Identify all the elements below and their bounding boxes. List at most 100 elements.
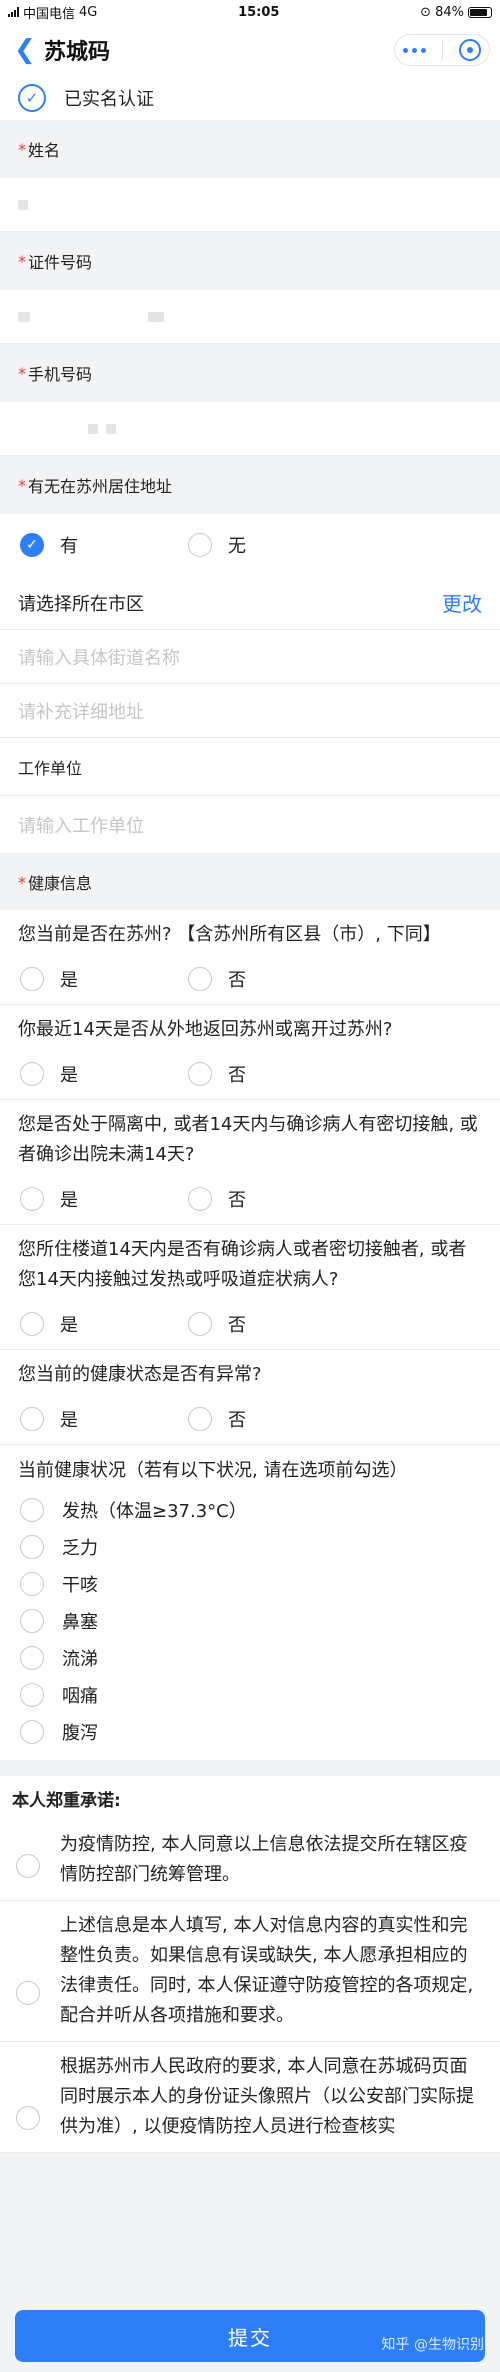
more-icon[interactable]: [403, 47, 426, 53]
name-field[interactable]: [0, 178, 500, 232]
radio-icon[interactable]: [188, 1187, 212, 1211]
answer-yes[interactable]: 是: [20, 966, 188, 992]
answer-no[interactable]: 否: [188, 1406, 356, 1432]
work-input[interactable]: 请输入工作单位: [0, 796, 500, 854]
promise-item[interactable]: 为疫情防控, 本人同意以上信息依法提交所在辖区疫情防控部门统筹管理。: [0, 1820, 500, 1901]
checkbox-icon[interactable]: [20, 1608, 44, 1633]
promise-item[interactable]: 根据苏州市人民政府的要求, 本人同意在苏城码页面同时展示本人的身份证头像照片（以…: [0, 2042, 500, 2153]
battery-icon: [467, 6, 492, 18]
mini-program-capsule: [394, 34, 490, 66]
radio-icon[interactable]: [20, 1407, 44, 1431]
promise-item[interactable]: 上述信息是本人填写, 本人对信息内容的真实性和完整性负责。如果信息有误或缺失, …: [0, 1901, 500, 2042]
work-label: 工作单位: [0, 738, 500, 796]
id-label: * 证件号码: [0, 232, 500, 290]
question-options: 是 否: [0, 1394, 500, 1444]
radio-icon[interactable]: [188, 967, 212, 991]
rotation-lock-icon: ⊙: [420, 4, 432, 20]
answer-yes[interactable]: 是: [20, 1061, 188, 1087]
verified-text: 已实名认证: [64, 89, 154, 110]
question-options: 是 否: [0, 1174, 500, 1224]
question-block: 您所住楼道14天内是否有确诊病人或者密切接触者, 或者您14天内接触过发热或呼吸…: [0, 1225, 500, 1350]
answer-no[interactable]: 否: [188, 1311, 356, 1337]
radio-icon[interactable]: [20, 967, 44, 991]
radio-icon[interactable]: [188, 1407, 212, 1431]
capsule-divider: [442, 41, 443, 59]
question-block: 你最近14天是否从外地返回苏州或离开过苏州? 是 否: [0, 1005, 500, 1100]
answer-no[interactable]: 否: [188, 1186, 356, 1212]
promise-text: 上述信息是本人填写, 本人对信息内容的真实性和完整性负责。如果信息有误或缺失, …: [60, 1915, 474, 2026]
symptom-header: 当前健康状况（若有以下状况, 请在选项前勾选）: [18, 1460, 408, 1481]
street-input[interactable]: 请输入具体街道名称: [0, 630, 500, 684]
page-title: 苏城码: [44, 40, 111, 65]
agree-radio-icon[interactable]: [16, 1981, 40, 2005]
answer-yes[interactable]: 是: [20, 1311, 188, 1337]
city-select[interactable]: 请选择所在市区 更改: [0, 576, 500, 630]
answer-yes[interactable]: 是: [20, 1406, 188, 1432]
checkbox-icon[interactable]: [20, 1645, 44, 1670]
symptom-option[interactable]: 干咳: [0, 1565, 500, 1602]
agree-radio-icon[interactable]: [16, 2106, 40, 2130]
promise-text: 根据苏州市人民政府的要求, 本人同意在苏城码页面同时展示本人的身份证头像照片（以…: [60, 2056, 474, 2137]
answer-no[interactable]: 否: [188, 1061, 356, 1087]
radio-icon[interactable]: [20, 1312, 44, 1336]
radio-icon[interactable]: [188, 533, 212, 557]
question-block: 您当前是否在苏州? 【含苏州所有区县（市）, 下同】 是 否: [0, 910, 500, 1005]
network: 4G: [79, 4, 98, 20]
question-text: 您所住楼道14天内是否有确诊病人或者密切接触者, 或者您14天内接触过发热或呼吸…: [0, 1225, 500, 1299]
radio-checked-icon[interactable]: ✓: [20, 533, 44, 557]
verified-row: ✓ 已实名认证: [0, 76, 500, 120]
question-text: 你最近14天是否从外地返回苏州或离开过苏州?: [0, 1005, 500, 1049]
address-radio-row: ✓ 有 无: [0, 514, 500, 576]
health-label: * 健康信息: [0, 854, 500, 910]
radio-icon[interactable]: [20, 1062, 44, 1086]
promise-text: 为疫情防控, 本人同意以上信息依法提交所在辖区疫情防控部门统筹管理。: [60, 1834, 468, 1885]
change-city-link[interactable]: 更改: [442, 588, 482, 617]
symptom-checklist: 当前健康状况（若有以下状况, 请在选项前勾选） 发热（体温≥37.3°C） 乏力…: [0, 1445, 500, 1760]
question-block: 您是否处于隔离中, 或者14天内与确诊病人有密切接触, 或者确诊出院未满14天?…: [0, 1100, 500, 1225]
question-text: 您是否处于隔离中, 或者14天内与确诊病人有密切接触, 或者确诊出院未满14天?: [0, 1100, 500, 1174]
checkbox-icon[interactable]: [20, 1534, 44, 1559]
status-bar: 中国电信 4G 15:05 ⊙ 84%: [0, 0, 500, 24]
address-label: * 有无在苏州居住地址: [0, 456, 500, 514]
symptom-option[interactable]: 鼻塞: [0, 1602, 500, 1639]
checkbox-icon[interactable]: [20, 1571, 44, 1596]
symptom-option[interactable]: 腹泻: [0, 1713, 500, 1750]
id-field[interactable]: [0, 290, 500, 344]
promise-title: 本人郑重承诺:: [0, 1776, 500, 1820]
address-yes-option[interactable]: ✓ 有: [20, 532, 188, 558]
submit-bar: 提交 知乎 @生物识别: [0, 2300, 500, 2372]
clock: 15:05: [238, 4, 280, 20]
radio-icon[interactable]: [188, 1312, 212, 1336]
signal-icon: [8, 7, 19, 17]
address-detail-input[interactable]: 请补充详细地址: [0, 684, 500, 738]
symptom-option[interactable]: 乏力: [0, 1528, 500, 1565]
question-options: 是 否: [0, 1299, 500, 1349]
answer-no[interactable]: 否: [188, 966, 356, 992]
back-icon[interactable]: ❮: [14, 37, 38, 63]
verified-check-icon: ✓: [18, 84, 46, 112]
question-text: 您当前是否在苏州? 【含苏州所有区县（市）, 下同】: [0, 910, 500, 954]
phone-field[interactable]: [0, 402, 500, 456]
nav-bar: ❮ 苏城码: [0, 24, 500, 76]
carrier: 中国电信: [23, 6, 76, 22]
question-options: 是 否: [0, 1049, 500, 1099]
name-label: * 姓名: [0, 120, 500, 178]
close-icon[interactable]: [459, 39, 481, 61]
symptom-option[interactable]: 咽痛: [0, 1676, 500, 1713]
answer-yes[interactable]: 是: [20, 1186, 188, 1212]
checkbox-icon[interactable]: [20, 1682, 44, 1707]
page: 中国电信 4G 15:05 ⊙ 84% ❮ 苏城码 ✓ 已实名认证 * 姓名 * 证…: [0, 0, 500, 2372]
radio-icon[interactable]: [188, 1062, 212, 1086]
question-options: 是 否: [0, 954, 500, 1004]
phone-label: * 手机号码: [0, 344, 500, 402]
checkbox-icon[interactable]: [20, 1719, 44, 1744]
question-block: 您当前的健康状态是否有异常? 是 否: [0, 1350, 500, 1445]
symptom-option[interactable]: 流涕: [0, 1639, 500, 1676]
agree-radio-icon[interactable]: [16, 1854, 40, 1878]
battery-percent: 84%: [435, 4, 464, 20]
watermark: 知乎 @生物识别: [381, 2337, 484, 2353]
radio-icon[interactable]: [20, 1187, 44, 1211]
address-no-option[interactable]: 无: [188, 532, 356, 558]
symptom-option[interactable]: 发热（体温≥37.3°C）: [0, 1491, 500, 1528]
checkbox-icon[interactable]: [20, 1497, 44, 1522]
